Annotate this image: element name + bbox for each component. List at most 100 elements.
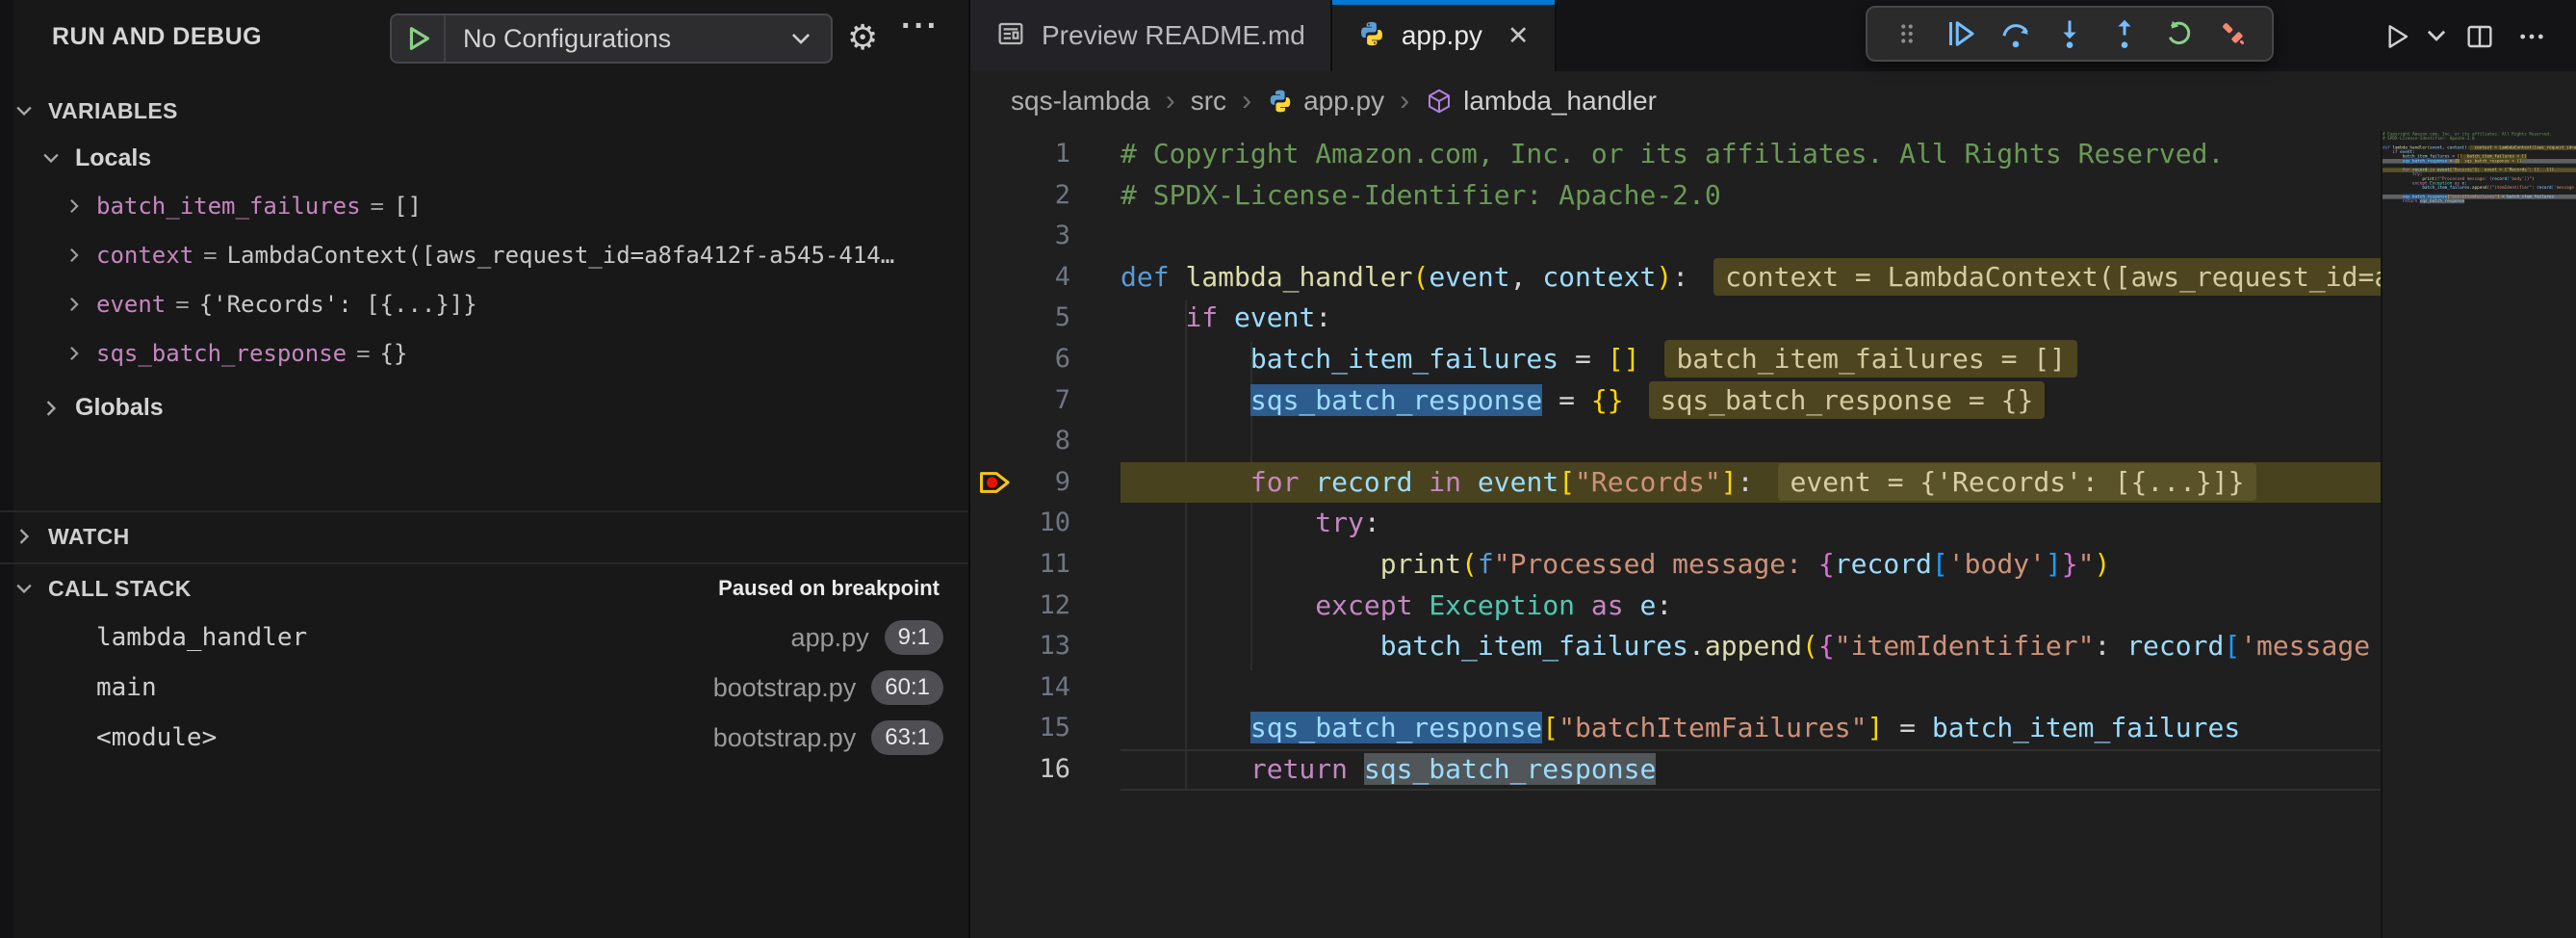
code-line-current[interactable]: for record in event["Records"]:event = {… [1121, 462, 2381, 504]
code-line[interactable] [1121, 421, 2381, 462]
restart-icon[interactable] [2157, 13, 2200, 55]
variable-row[interactable]: context=LambdaContext([aws_request_id=a8… [0, 230, 968, 279]
code-line[interactable]: # Copyright Amazon.com, Inc. or its affi… [1121, 134, 2381, 175]
frame-file: bootstrap.py [713, 673, 857, 703]
continue-icon[interactable] [1940, 13, 1982, 55]
code-editor[interactable]: 12345678910111213141516 # Copyright Amaz… [970, 131, 2576, 938]
breadcrumb-item[interactable]: sqs-lambda [1011, 86, 1150, 117]
breadcrumb-item[interactable]: app.py [1267, 86, 1384, 117]
step-out-icon[interactable] [2103, 13, 2146, 55]
variable-row[interactable]: event={'Records': [{...}]} [0, 279, 968, 328]
call-stack-frame[interactable]: lambda_handlerapp.py9:1 [0, 612, 968, 663]
code-line[interactable]: except Exception as e: [1121, 586, 2381, 627]
step-into-icon[interactable] [2048, 13, 2091, 55]
code-token: ) [1656, 261, 1672, 293]
code-line[interactable]: batch_item_failures = []batch_item_failu… [1121, 339, 2381, 380]
variable-row[interactable]: sqs_batch_response={} [0, 328, 968, 378]
split-editor-icon[interactable] [2457, 15, 2503, 58]
config-dropdown-label: No Configurations [446, 24, 788, 54]
call-stack-section-header[interactable]: CALL STACK Paused on breakpoint [0, 564, 968, 612]
code-token: {} [1591, 384, 1624, 416]
line-number[interactable]: 11 [1007, 544, 1070, 586]
tab-preview-readme[interactable]: Preview README.md [970, 0, 1332, 71]
breadcrumb-item[interactable]: src [1191, 86, 1226, 117]
code-token: , [1510, 261, 1543, 293]
line-number[interactable]: 13 [1007, 626, 1070, 667]
line-number[interactable]: 14 [1007, 667, 1070, 709]
frame-location: bootstrap.py60:1 [713, 670, 943, 705]
code-token: sqs_batch_response [1250, 384, 1542, 416]
code-line[interactable]: def lambda_handler(event, context):conte… [1121, 257, 2381, 299]
variable-value: {} [380, 340, 408, 367]
line-number[interactable]: 4 [1007, 257, 1070, 299]
code-token [1121, 507, 1315, 538]
more-actions-icon[interactable] [2511, 15, 2553, 58]
disconnect-icon[interactable] [2212, 13, 2254, 55]
line-numbers[interactable]: 12345678910111213141516 [1007, 134, 1070, 791]
line-number[interactable]: 15 [1007, 708, 1070, 749]
tab-label: app.py [1402, 20, 1482, 51]
code-token: f [1478, 548, 1494, 580]
code-token: ) [2095, 548, 2111, 580]
code-line[interactable] [1121, 667, 2381, 709]
call-stack-frame[interactable]: <module>bootstrap.py63:1 [0, 713, 968, 763]
code-line[interactable]: if event: [1121, 298, 2381, 339]
code-line[interactable]: sqs_batch_response["batchItemFailures"] … [1121, 708, 2381, 749]
close-icon[interactable]: ✕ [1507, 21, 1530, 51]
run-and-debug-panel: RUN AND DEBUG No Configurations ⚙ ··· VA… [0, 0, 968, 938]
frame-name: <module> [96, 723, 217, 752]
code-token: ] [1721, 466, 1738, 498]
frame-location: app.py9:1 [791, 620, 943, 655]
call-stack-frame[interactable]: mainbootstrap.py60:1 [0, 663, 968, 713]
code-token: record [1315, 466, 1412, 498]
step-over-icon[interactable] [1995, 13, 2037, 55]
tab-app-py[interactable]: app.py ✕ [1332, 0, 1557, 71]
chevron-collapsed-icon [62, 196, 87, 216]
code-token: " [2078, 548, 2095, 580]
globals-scope[interactable]: Globals [0, 383, 968, 432]
code-token: if [1185, 301, 1234, 333]
locals-scope[interactable]: Locals [0, 135, 968, 181]
code-token: # SPDX-License-Identifier: Apache-2.0 [1121, 179, 1721, 211]
variable-row[interactable]: batch_item_failures=[] [0, 181, 968, 230]
line-number[interactable]: 16 [1007, 749, 1070, 791]
variable-equals: = [371, 193, 384, 220]
run-icon[interactable] [2378, 15, 2416, 58]
code-line[interactable] [1121, 216, 2381, 257]
gripper-icon[interactable] [1886, 13, 1928, 55]
line-number[interactable]: 10 [1007, 503, 1070, 544]
code-line[interactable]: try: [1121, 503, 2381, 544]
line-number[interactable]: 6 [1007, 339, 1070, 380]
more-actions-icon[interactable]: ··· [901, 8, 940, 45]
start-debug-icon[interactable] [392, 15, 446, 62]
variable-value: {'Records': [{...}]} [199, 291, 477, 318]
line-number[interactable]: 5 [1007, 298, 1070, 339]
line-number[interactable]: 2 [1007, 175, 1070, 217]
minimap-line: return sqs_batch_response [2383, 199, 2576, 204]
breadcrumb-item-symbol[interactable]: lambda_handler [1425, 86, 1657, 117]
code-line[interactable]: sqs_batch_response = {}sqs_batch_respons… [1121, 380, 2381, 422]
minimap[interactable]: # Copyright Amazon.com, Inc. or its affi… [2381, 131, 2576, 938]
code-line[interactable]: batch_item_failures.append({"itemIdentif… [1121, 626, 2381, 667]
chevron-down-icon[interactable] [2424, 22, 2449, 52]
line-number[interactable]: 9 [1007, 462, 1070, 504]
line-number[interactable]: 12 [1007, 586, 1070, 627]
watch-section-header[interactable]: WATCH [0, 512, 968, 560]
line-number[interactable]: 8 [1007, 421, 1070, 462]
code-line[interactable]: # SPDX-License-Identifier: Apache-2.0 [1121, 175, 2381, 217]
line-number[interactable]: 7 [1007, 380, 1070, 422]
code-line[interactable]: print(f"Processed message: {record['body… [1121, 544, 2381, 586]
chevron-expanded-icon [39, 147, 64, 169]
line-number[interactable]: 3 [1007, 216, 1070, 257]
code-token: record [1835, 548, 1932, 580]
code-lines[interactable]: # Copyright Amazon.com, Inc. or its affi… [1121, 134, 2381, 791]
gear-icon[interactable]: ⚙ [847, 15, 878, 60]
chevron-down-icon [788, 26, 831, 51]
code-line[interactable]: return sqs_batch_response [1121, 749, 2381, 791]
chevron-collapsed-icon [12, 526, 37, 547]
code-token: [ [1932, 548, 1948, 580]
code-token: Exception [1429, 589, 1575, 621]
variables-section-header[interactable]: VARIABLES [0, 89, 968, 133]
debug-config-dropdown[interactable]: No Configurations [390, 13, 833, 64]
line-number[interactable]: 1 [1007, 134, 1070, 175]
